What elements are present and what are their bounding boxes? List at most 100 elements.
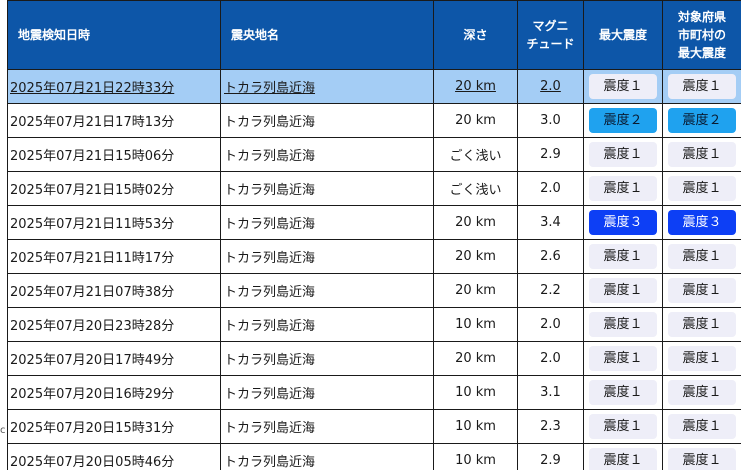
epicenter-text: トカラ列島近海 xyxy=(224,149,316,164)
magnitude-text: 2.0 xyxy=(540,181,561,196)
header-pref-line-2: 市町村の xyxy=(677,28,726,42)
header-max-intensity[interactable]: 最大震度 xyxy=(583,0,663,70)
cell-pref-max-intensity: 震度１ xyxy=(662,239,741,274)
epicenter-text: トカラ列島近海 xyxy=(224,115,316,130)
depth-text: 20 km xyxy=(455,113,496,128)
cell-epicenter: トカラ列島近海 xyxy=(220,273,434,308)
magnitude-text: 2.2 xyxy=(540,283,561,298)
cell-magnitude: 2.6 xyxy=(517,239,584,274)
cell-depth: ごく浅い xyxy=(433,137,518,172)
time-link[interactable]: 2025年07月20日23時28分 xyxy=(10,319,174,334)
header-epicenter[interactable]: 震央地名 xyxy=(220,0,434,70)
time-link[interactable]: 2025年07月20日15時31分 xyxy=(10,421,174,436)
table-row[interactable]: 2025年07月21日15時06分 トカラ列島近海 ごく浅い 2.9 震度１ 震… xyxy=(7,137,741,172)
table-header: 地震検知日時 震央地名 深さ マグニ チュード 最大震度 対象府県 市町村の 最… xyxy=(7,0,741,70)
cell-time[interactable]: 2025年07月20日05時46分 xyxy=(7,443,221,470)
epicenter-text: トカラ列島近海 xyxy=(224,217,316,232)
header-detection-time[interactable]: 地震検知日時 xyxy=(7,0,221,70)
table-body: 2025年07月21日22時33分 トカラ列島近海 20 km 2.0 震度１ … xyxy=(7,69,741,470)
cell-time[interactable]: 2025年07月21日15時06分 xyxy=(7,137,221,172)
time-link[interactable]: 2025年07月21日17時13分 xyxy=(10,115,174,130)
table-row[interactable]: 2025年07月20日16時29分 トカラ列島近海 10 km 3.1 震度１ … xyxy=(7,375,741,410)
epicenter-text: トカラ列島近海 xyxy=(224,285,316,300)
cell-time[interactable]: 2025年07月21日11時53分 xyxy=(7,205,221,240)
header-pref-max-intensity[interactable]: 対象府県 市町村の 最大震度 xyxy=(662,0,741,70)
time-link[interactable]: 2025年07月21日15時06分 xyxy=(10,149,174,164)
cell-time[interactable]: 2025年07月20日17時49分 xyxy=(7,341,221,376)
max-intensity-badge: 震度１ xyxy=(589,448,657,470)
cell-max-intensity: 震度１ xyxy=(583,341,663,376)
depth-text: ごく浅い xyxy=(449,149,502,164)
time-link[interactable]: 2025年07月20日17時49分 xyxy=(10,353,174,368)
pref-intensity-badge: 震度１ xyxy=(668,380,736,405)
cell-epicenter: トカラ列島近海 xyxy=(220,443,434,470)
depth-text: 20 km xyxy=(455,79,496,94)
cell-time[interactable]: 2025年07月20日16時29分 xyxy=(7,375,221,410)
time-link[interactable]: 2025年07月21日15時02分 xyxy=(10,183,174,198)
table-row[interactable]: 2025年07月20日17時49分 トカラ列島近海 20 km 2.0 震度１ … xyxy=(7,341,741,376)
cell-depth: 20 km xyxy=(433,239,518,274)
cell-time[interactable]: 2025年07月21日17時13分 xyxy=(7,103,221,138)
table-row[interactable]: 2025年07月20日23時28分 トカラ列島近海 10 km 2.0 震度１ … xyxy=(7,307,741,342)
cell-epicenter: トカラ列島近海 xyxy=(220,409,434,444)
depth-text: ごく浅い xyxy=(449,183,502,198)
magnitude-text: 2.6 xyxy=(540,249,561,264)
max-intensity-badge: 震度２ xyxy=(589,108,657,133)
pref-intensity-badge: 震度１ xyxy=(668,414,736,439)
cell-time[interactable]: 2025年07月21日11時17分 xyxy=(7,239,221,274)
cell-epicenter: トカラ列島近海 xyxy=(220,239,434,274)
table-row[interactable]: 2025年07月21日07時38分 トカラ列島近海 20 km 2.2 震度１ … xyxy=(7,273,741,308)
depth-text: 20 km xyxy=(455,249,496,264)
cell-pref-max-intensity: 震度１ xyxy=(662,307,741,342)
cell-magnitude: 3.1 xyxy=(517,375,584,410)
magnitude-text: 2.0 xyxy=(540,79,561,94)
magnitude-text: 2.9 xyxy=(540,147,561,162)
magnitude-text: 2.9 xyxy=(540,453,561,468)
depth-text: 10 km xyxy=(455,453,496,468)
max-intensity-badge: 震度１ xyxy=(589,244,657,269)
header-magnitude[interactable]: マグニ チュード xyxy=(517,0,584,70)
time-link[interactable]: 2025年07月21日11時53分 xyxy=(10,217,174,232)
time-link[interactable]: 2025年07月21日22時33分 xyxy=(10,81,174,96)
cell-magnitude: 2.2 xyxy=(517,273,584,308)
header-depth[interactable]: 深さ xyxy=(433,0,518,70)
time-link[interactable]: 2025年07月21日11時17分 xyxy=(10,251,174,266)
cell-pref-max-intensity: 震度１ xyxy=(662,69,741,104)
cell-pref-max-intensity: 震度２ xyxy=(662,103,741,138)
cell-time[interactable]: 2025年07月21日15時02分 xyxy=(7,171,221,206)
table-row[interactable]: 2025年07月21日11時17分 トカラ列島近海 20 km 2.6 震度１ … xyxy=(7,239,741,274)
header-magnitude-line-1: マグニ xyxy=(532,19,569,33)
depth-text: 20 km xyxy=(455,215,496,230)
depth-text: 10 km xyxy=(455,419,496,434)
cell-depth: 10 km xyxy=(433,375,518,410)
magnitude-text: 2.0 xyxy=(540,351,561,366)
table-row[interactable]: 2025年07月21日15時02分 トカラ列島近海 ごく浅い 2.0 震度１ 震… xyxy=(7,171,741,206)
cell-time[interactable]: 2025年07月21日07時38分 xyxy=(7,273,221,308)
cell-time[interactable]: 2025年07月20日23時28分 xyxy=(7,307,221,342)
max-intensity-badge: 震度１ xyxy=(589,380,657,405)
time-link[interactable]: 2025年07月20日05時46分 xyxy=(10,455,174,470)
cell-magnitude: 2.9 xyxy=(517,137,584,172)
max-intensity-badge: 震度１ xyxy=(589,278,657,303)
cell-max-intensity: 震度１ xyxy=(583,443,663,470)
cell-max-intensity: 震度１ xyxy=(583,239,663,274)
table-row[interactable]: 2025年07月21日22時33分 トカラ列島近海 20 km 2.0 震度１ … xyxy=(7,69,741,104)
epicenter-text: トカラ列島近海 xyxy=(224,183,316,198)
cell-max-intensity: 震度１ xyxy=(583,375,663,410)
cell-time[interactable]: 2025年07月21日22時33分 xyxy=(7,69,221,104)
depth-text: 10 km xyxy=(455,385,496,400)
table-row[interactable]: 2025年07月21日11時53分 トカラ列島近海 20 km 3.4 震度３ … xyxy=(7,205,741,240)
time-link[interactable]: 2025年07月21日07時38分 xyxy=(10,285,174,300)
cell-magnitude: 2.0 xyxy=(517,307,584,342)
table-row[interactable]: 2025年07月20日15時31分 トカラ列島近海 10 km 2.3 震度１ … xyxy=(7,409,741,444)
cell-epicenter: トカラ列島近海 xyxy=(220,137,434,172)
cell-max-intensity: 震度１ xyxy=(583,273,663,308)
epicenter-text: トカラ列島近海 xyxy=(224,455,316,470)
time-link[interactable]: 2025年07月20日16時29分 xyxy=(10,387,174,402)
magnitude-text: 3.0 xyxy=(540,113,561,128)
cell-epicenter: トカラ列島近海 xyxy=(220,375,434,410)
cell-time[interactable]: 2025年07月20日15時31分 xyxy=(7,409,221,444)
table-row[interactable]: 2025年07月21日17時13分 トカラ列島近海 20 km 3.0 震度２ … xyxy=(7,103,741,138)
table-row[interactable]: 2025年07月20日05時46分 トカラ列島近海 10 km 2.9 震度１ … xyxy=(7,443,741,470)
cell-max-intensity: 震度１ xyxy=(583,171,663,206)
